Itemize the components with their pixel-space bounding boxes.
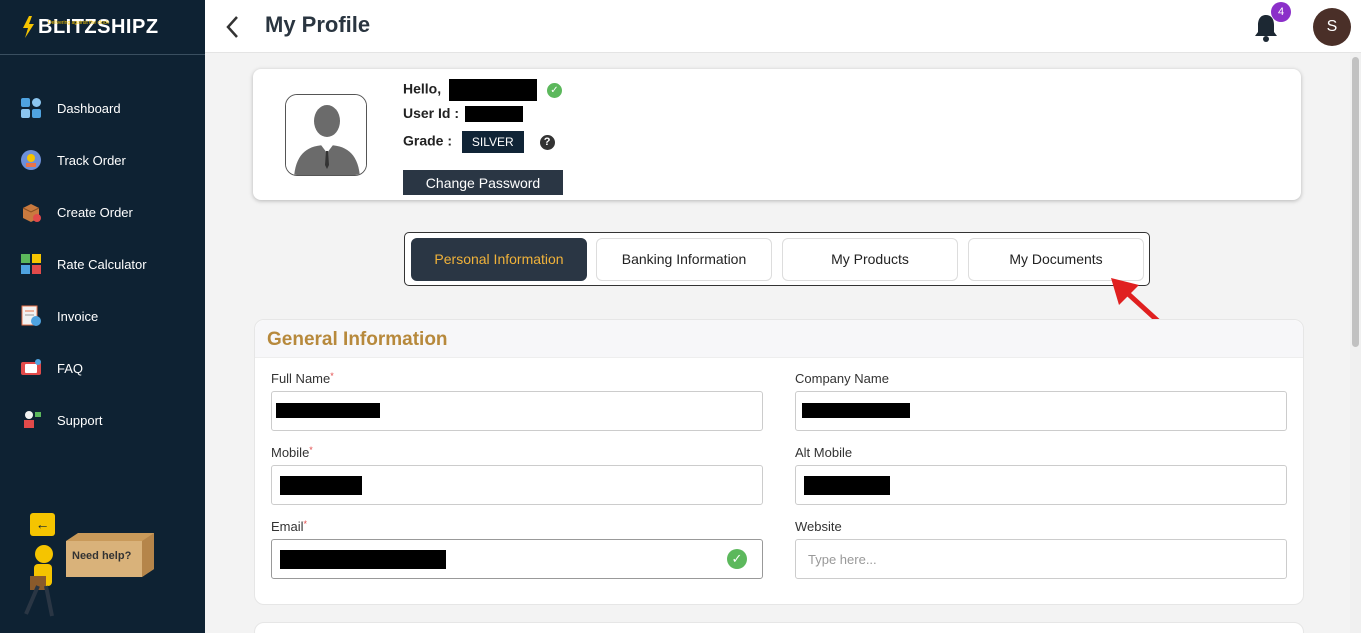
brand-logo[interactable]: BLITZSHIPZ Delivering against the clock	[0, 0, 205, 55]
redacted-email	[280, 550, 446, 569]
dashboard-icon	[21, 98, 41, 118]
user-avatar[interactable]: S	[1313, 8, 1351, 46]
sidebar-item-invoice[interactable]: Invoice	[0, 290, 205, 342]
collapse-sidebar-button[interactable]: ←	[30, 513, 55, 536]
sidebar-item-label: Track Order	[57, 152, 126, 168]
sidebar-item-dashboard[interactable]: Dashboard	[0, 82, 205, 134]
user-id-label: User Id :	[403, 105, 460, 121]
runner-logo-icon	[23, 16, 34, 38]
website-input[interactable]	[796, 540, 1286, 578]
website-field	[795, 539, 1287, 579]
verified-check-icon: ✓	[546, 82, 562, 98]
tab-my-products[interactable]: My Products	[782, 238, 958, 281]
page-title: My Profile	[265, 12, 371, 37]
faq-icon	[21, 359, 41, 375]
calculator-icon	[21, 254, 41, 274]
tab-personal-information[interactable]: Personal Information	[411, 238, 587, 281]
user-silhouette-icon	[286, 95, 366, 175]
sidebar-item-label: Rate Calculator	[57, 256, 147, 272]
sidebar: BLITZSHIPZ Delivering against the clock …	[0, 0, 205, 633]
redacted-mobile	[280, 476, 362, 495]
email-verified-check-icon: ✓	[727, 549, 747, 569]
mobile-label: Mobile*	[271, 445, 313, 460]
redacted-alt-mobile	[804, 476, 890, 495]
page-scrollbar[interactable]	[1350, 53, 1361, 633]
company-name-label: Company Name	[795, 371, 889, 386]
sidebar-item-label: Invoice	[57, 308, 99, 324]
greeting-line: Hello, ✓	[403, 79, 562, 101]
invoice-icon	[21, 305, 41, 326]
profile-tabs: Personal Information Banking Information…	[404, 232, 1150, 286]
sidebar-item-label: FAQ	[57, 360, 84, 376]
tab-banking-information[interactable]: Banking Information	[596, 238, 772, 281]
delivery-man-icon	[24, 545, 54, 617]
notification-count-badge: 4	[1271, 2, 1291, 22]
sidebar-item-label: Dashboard	[57, 100, 121, 116]
sidebar-item-track-order[interactable]: Track Order	[0, 134, 205, 186]
email-label: Email*	[271, 519, 308, 534]
grade-help-icon[interactable]: ?	[539, 134, 555, 150]
grade-label: Grade :	[403, 132, 453, 149]
create-order-icon	[22, 204, 41, 222]
full-name-label: Full Name*	[271, 371, 334, 386]
hello-label: Hello,	[403, 80, 442, 97]
profile-card: Hello, ✓ User Id : Grade : SILVER ? Chan…	[253, 69, 1301, 200]
sidebar-item-label: Create Order	[57, 204, 133, 220]
alt-mobile-field[interactable]	[795, 465, 1287, 505]
track-order-icon	[21, 150, 41, 170]
top-header: My Profile 4 S	[205, 0, 1361, 53]
mobile-field[interactable]	[271, 465, 763, 505]
alt-mobile-label: Alt Mobile	[795, 445, 853, 460]
redacted-user-id	[464, 106, 523, 123]
brand-name: BLITZSHIPZ	[38, 15, 159, 38]
sidebar-item-faq[interactable]: FAQ	[0, 342, 205, 394]
brand-tagline: Delivering against the clock	[48, 20, 109, 26]
company-name-field[interactable]	[795, 391, 1287, 431]
full-name-field[interactable]	[271, 391, 763, 431]
redacted-full-name	[276, 403, 380, 418]
grade-badge: SILVER	[461, 131, 524, 153]
need-help-label[interactable]: Need help?	[72, 550, 131, 562]
sidebar-item-rate-calculator[interactable]: Rate Calculator	[0, 238, 205, 290]
grade-line: Grade : SILVER ?	[403, 131, 555, 153]
sidebar-item-support[interactable]: Support	[0, 394, 205, 446]
profile-photo[interactable]	[285, 94, 367, 176]
section-title: General Information	[267, 329, 448, 350]
general-information-section: General Information Full Name* Company N…	[254, 319, 1304, 605]
redacted-user-name	[449, 79, 538, 101]
next-section-card	[254, 622, 1304, 633]
support-icon	[24, 411, 41, 428]
sidebar-item-label: Support	[57, 412, 103, 428]
sidebar-nav: Dashboard Track Order Create Order Rate …	[0, 82, 205, 446]
redacted-company-name	[802, 403, 910, 418]
email-field[interactable]: ✓	[271, 539, 763, 579]
change-password-button[interactable]: Change Password	[403, 170, 563, 195]
sidebar-item-create-order[interactable]: Create Order	[0, 186, 205, 238]
scrollbar-thumb[interactable]	[1352, 57, 1359, 347]
website-label: Website	[795, 519, 842, 534]
user-id-line: User Id :	[403, 105, 523, 123]
back-arrow-icon[interactable]	[223, 14, 243, 40]
